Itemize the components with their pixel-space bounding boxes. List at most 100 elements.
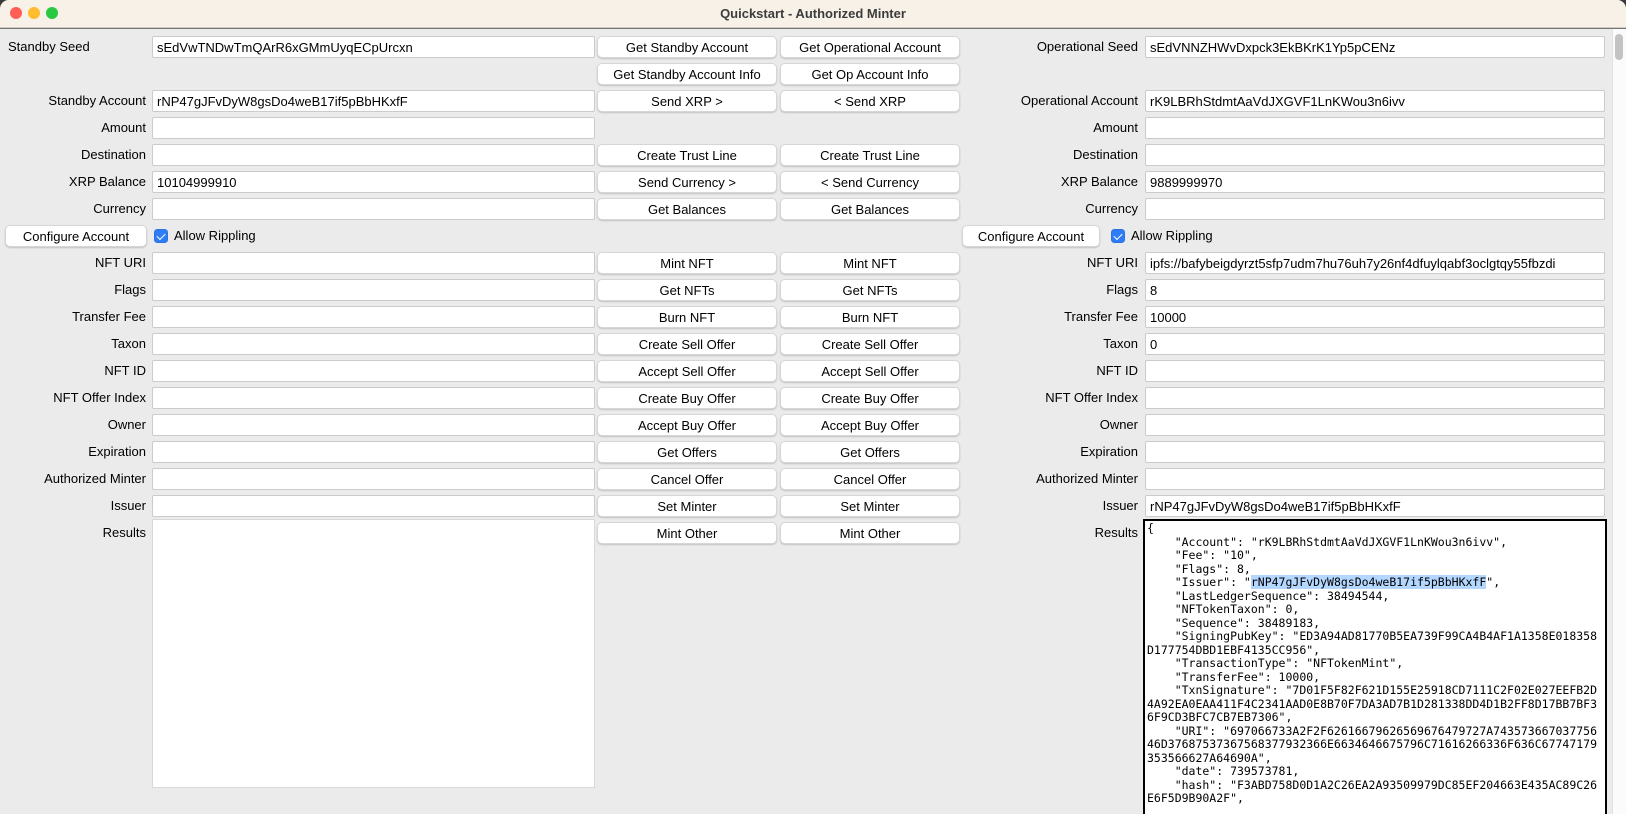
operational-allow-rippling-checkbox[interactable] <box>1111 229 1125 243</box>
standby-xrp-balance-label: XRP Balance <box>0 171 146 193</box>
standby-configure-account-button[interactable]: Configure Account <box>5 225 147 247</box>
standby-get-nfts-button[interactable]: Get NFTs <box>597 279 777 301</box>
standby-destination-input[interactable] <box>152 144 595 166</box>
operational-currency-label: Currency <box>960 198 1138 220</box>
standby-mint-other-button[interactable]: Mint Other <box>597 522 777 544</box>
operational-set-minter-button[interactable]: Set Minter <box>780 495 960 517</box>
get-standby-account-info-button[interactable]: Get Standby Account Info <box>597 63 777 85</box>
operational-owner-label: Owner <box>960 414 1138 436</box>
operational-authorized-minter-input[interactable] <box>1145 468 1605 490</box>
standby-cancel-offer-button[interactable]: Cancel Offer <box>597 468 777 490</box>
operational-create-trust-line-button[interactable]: Create Trust Line <box>780 144 960 166</box>
standby-taxon-input[interactable] <box>152 333 595 355</box>
standby-issuer-input[interactable] <box>152 495 595 517</box>
operational-mint-nft-button[interactable]: Mint NFT <box>780 252 960 274</box>
standby-currency-input[interactable] <box>152 198 595 220</box>
operational-taxon-input[interactable] <box>1145 333 1605 355</box>
standby-nft-offer-index-label: NFT Offer Index <box>0 387 146 409</box>
operational-issuer-input[interactable] <box>1145 495 1605 517</box>
standby-nft-offer-index-input[interactable] <box>152 387 595 409</box>
operational-owner-input[interactable] <box>1145 414 1605 436</box>
standby-mint-nft-button[interactable]: Mint NFT <box>597 252 777 274</box>
operational-cancel-offer-button[interactable]: Cancel Offer <box>780 468 960 490</box>
operational-destination-input[interactable] <box>1145 144 1605 166</box>
standby-accept-buy-offer-button[interactable]: Accept Buy Offer <box>597 414 777 436</box>
results-selected-text: rNP47gJFvDyW8gsDo4weB17if5pBbHKxfF <box>1251 575 1486 589</box>
standby-burn-nft-button[interactable]: Burn NFT <box>597 306 777 328</box>
standby-amount-input[interactable] <box>152 117 595 139</box>
operational-get-nfts-button[interactable]: Get NFTs <box>780 279 960 301</box>
standby-flags-input[interactable] <box>152 279 595 301</box>
standby-account-input[interactable] <box>152 90 595 112</box>
operational-nft-uri-label: NFT URI <box>960 252 1138 274</box>
operational-taxon-label: Taxon <box>960 333 1138 355</box>
standby-authorized-minter-input[interactable] <box>152 468 595 490</box>
scrollbar-thumb[interactable] <box>1615 34 1623 60</box>
operational-nft-id-input[interactable] <box>1145 360 1605 382</box>
operational-nft-offer-index-label: NFT Offer Index <box>960 387 1138 409</box>
operational-accept-buy-offer-button[interactable]: Accept Buy Offer <box>780 414 960 436</box>
operational-flags-input[interactable] <box>1145 279 1605 301</box>
send-xrp-right-button[interactable]: Send XRP > <box>597 90 777 112</box>
operational-allow-rippling-label: Allow Rippling <box>1131 225 1213 247</box>
operational-expiration-input[interactable] <box>1145 441 1605 463</box>
send-currency-right-button[interactable]: Send Currency > <box>597 171 777 193</box>
window-title: Quickstart - Authorized Minter <box>0 0 1626 27</box>
operational-nft-offer-index-input[interactable] <box>1145 387 1605 409</box>
standby-transfer-fee-input[interactable] <box>152 306 595 328</box>
standby-create-sell-offer-button[interactable]: Create Sell Offer <box>597 333 777 355</box>
operational-account-label: Operational Account <box>960 90 1138 112</box>
checkmark-icon <box>1113 230 1122 239</box>
standby-currency-label: Currency <box>0 198 146 220</box>
get-standby-account-button[interactable]: Get Standby Account <box>597 36 777 58</box>
operational-amount-input[interactable] <box>1145 117 1605 139</box>
send-xrp-left-button[interactable]: < Send XRP <box>780 90 960 112</box>
operational-results-output[interactable]: { "Account": "rK9LBRhStdmtAaVdJXGVF1LnKW… <box>1143 519 1607 814</box>
standby-seed-input[interactable] <box>152 36 595 58</box>
operational-create-buy-offer-button[interactable]: Create Buy Offer <box>780 387 960 409</box>
standby-issuer-label: Issuer <box>0 495 146 517</box>
operational-amount-label: Amount <box>960 117 1138 139</box>
operational-seed-input[interactable] <box>1145 36 1605 58</box>
operational-create-sell-offer-button[interactable]: Create Sell Offer <box>780 333 960 355</box>
operational-seed-label: Operational Seed <box>960 36 1138 58</box>
standby-get-balances-button[interactable]: Get Balances <box>597 198 777 220</box>
standby-nft-uri-input[interactable] <box>152 252 595 274</box>
get-operational-account-button[interactable]: Get Operational Account <box>780 36 960 58</box>
standby-owner-input[interactable] <box>152 414 595 436</box>
standby-accept-sell-offer-button[interactable]: Accept Sell Offer <box>597 360 777 382</box>
standby-flags-label: Flags <box>0 279 146 301</box>
standby-allow-rippling-checkbox[interactable] <box>154 229 168 243</box>
send-currency-left-button[interactable]: < Send Currency <box>780 171 960 193</box>
vertical-scrollbar[interactable] <box>1612 29 1626 814</box>
operational-nft-uri-input[interactable] <box>1145 252 1605 274</box>
standby-expiration-input[interactable] <box>152 441 595 463</box>
operational-burn-nft-button[interactable]: Burn NFT <box>780 306 960 328</box>
operational-get-balances-button[interactable]: Get Balances <box>780 198 960 220</box>
standby-nft-id-input[interactable] <box>152 360 595 382</box>
standby-xrp-balance-input[interactable] <box>152 171 595 193</box>
operational-account-input[interactable] <box>1145 90 1605 112</box>
operational-nft-id-label: NFT ID <box>960 360 1138 382</box>
operational-xrp-balance-input[interactable] <box>1145 171 1605 193</box>
operational-xrp-balance-label: XRP Balance <box>960 171 1138 193</box>
standby-create-trust-line-button[interactable]: Create Trust Line <box>597 144 777 166</box>
standby-taxon-label: Taxon <box>0 333 146 355</box>
operational-get-offers-button[interactable]: Get Offers <box>780 441 960 463</box>
standby-allow-rippling-label: Allow Rippling <box>174 225 256 247</box>
operational-currency-input[interactable] <box>1145 198 1605 220</box>
standby-results-output[interactable] <box>152 519 595 788</box>
operational-configure-account-button[interactable]: Configure Account <box>962 225 1100 247</box>
standby-destination-label: Destination <box>0 144 146 166</box>
standby-create-buy-offer-button[interactable]: Create Buy Offer <box>597 387 777 409</box>
operational-accept-sell-offer-button[interactable]: Accept Sell Offer <box>780 360 960 382</box>
operational-authorized-minter-label: Authorized Minter <box>960 468 1138 490</box>
operational-transfer-fee-label: Transfer Fee <box>960 306 1138 328</box>
standby-get-offers-button[interactable]: Get Offers <box>597 441 777 463</box>
operational-destination-label: Destination <box>960 144 1138 166</box>
titlebar: Quickstart - Authorized Minter <box>0 0 1626 28</box>
standby-set-minter-button[interactable]: Set Minter <box>597 495 777 517</box>
operational-transfer-fee-input[interactable] <box>1145 306 1605 328</box>
operational-mint-other-button[interactable]: Mint Other <box>780 522 960 544</box>
get-op-account-info-button[interactable]: Get Op Account Info <box>780 63 960 85</box>
